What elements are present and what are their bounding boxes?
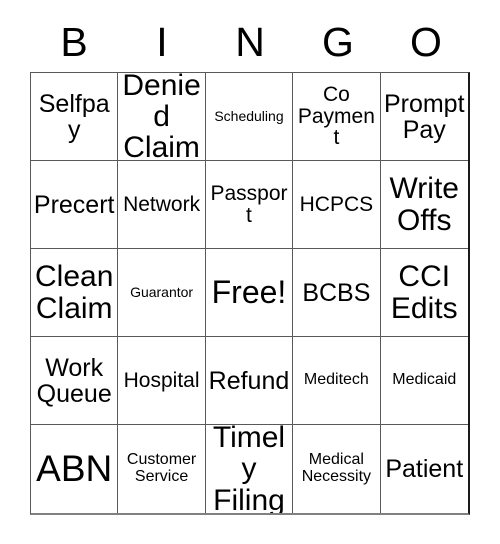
bingo-cell-label: Patient — [385, 455, 464, 483]
bingo-cell[interactable]: Precert — [31, 161, 119, 249]
bingo-cell[interactable]: Passport — [205, 161, 294, 249]
bingo-cell-label: CCI Edits — [390, 260, 458, 325]
bingo-cell-label: Hospital — [123, 368, 200, 392]
bingo-row: ABN Customer Service Timely Filing Medic… — [31, 425, 468, 513]
bingo-cell[interactable]: HCPCS — [293, 161, 381, 249]
bingo-header-row: B I N G O — [30, 14, 470, 70]
bingo-cell-label: Network — [123, 192, 201, 216]
bingo-cell-label: Meditech — [303, 371, 369, 389]
bingo-cell[interactable]: CCI Edits — [380, 249, 468, 337]
bingo-cell-label: Precert — [33, 190, 115, 219]
bingo-cell-label: Write Offs — [389, 172, 459, 237]
bingo-cell-label: BCBS — [302, 278, 371, 307]
bingo-cell-label: Passport — [210, 181, 288, 227]
bingo-cell[interactable]: ABN — [31, 425, 119, 513]
bingo-cell-label: HCPCS — [299, 192, 374, 216]
bingo-cell[interactable]: Meditech — [293, 337, 381, 425]
bingo-row: Precert Network Passport HCPCS Write Off… — [31, 161, 468, 249]
bingo-header-letter-i: I — [156, 18, 168, 65]
bingo-row: Clean Claim Guarantor Free! BCBS CCI Edi… — [31, 249, 468, 337]
bingo-header-letter-o: O — [410, 18, 442, 65]
bingo-cell[interactable]: BCBS — [293, 249, 381, 337]
bingo-cell[interactable]: Clean Claim — [31, 249, 119, 337]
bingo-cell-label: ABN — [36, 447, 113, 489]
bingo-cell[interactable]: Selfpay — [31, 73, 119, 161]
bingo-cell[interactable]: Patient — [380, 425, 468, 513]
bingo-cell-label: Medical Necessity — [301, 451, 372, 485]
bingo-cell-label: Scheduling — [214, 108, 284, 125]
bingo-cell[interactable]: Medical Necessity — [293, 425, 381, 513]
bingo-grid: Selfpay Denied Claim Scheduling Co Payme… — [30, 72, 470, 515]
bingo-cell[interactable]: Guarantor — [118, 249, 206, 337]
bingo-header-letter-b: B — [60, 18, 88, 65]
bingo-cell-label: Guarantor — [130, 284, 194, 301]
bingo-cell[interactable]: Scheduling — [205, 73, 294, 161]
bingo-card: B I N G O Selfpay Denied Claim Schedulin… — [0, 0, 500, 544]
bingo-cell[interactable]: Network — [118, 161, 206, 249]
bingo-cell-label: Prompt Pay — [383, 89, 465, 144]
bingo-cell[interactable]: Timely Filing — [205, 425, 294, 513]
bingo-cell-label: Denied Claim — [122, 73, 201, 161]
bingo-cell-label: Selfpay — [38, 89, 110, 144]
bingo-cell[interactable]: Refund — [205, 337, 294, 425]
bingo-cell-free-space[interactable]: Free! — [205, 249, 294, 337]
bingo-cell-label: Refund — [208, 366, 290, 395]
bingo-cell-label: Co Payment — [297, 82, 375, 150]
bingo-cell-label: Medicaid — [392, 371, 457, 389]
bingo-cell-label: Free! — [211, 273, 287, 310]
bingo-cell-label: Clean Claim — [35, 260, 114, 325]
bingo-cell[interactable]: Write Offs — [380, 161, 468, 249]
bingo-header-letter-g: G — [322, 18, 354, 65]
bingo-row: Selfpay Denied Claim Scheduling Co Payme… — [31, 73, 468, 161]
bingo-cell[interactable]: Hospital — [118, 337, 206, 425]
bingo-header-letter-n: N — [235, 18, 265, 65]
bingo-cell-label: Customer Service — [126, 451, 197, 485]
bingo-cell[interactable]: Prompt Pay — [380, 73, 468, 161]
bingo-cell[interactable]: Denied Claim — [118, 73, 206, 161]
bingo-row: Work Queue Hospital Refund Meditech Medi… — [31, 337, 468, 425]
bingo-cell[interactable]: Medicaid — [380, 337, 468, 425]
bingo-cell-label: Work Queue — [36, 353, 112, 408]
bingo-cell-label: Timely Filing — [212, 425, 286, 513]
bingo-cell[interactable]: Customer Service — [118, 425, 206, 513]
bingo-cell[interactable]: Work Queue — [31, 337, 119, 425]
bingo-cell[interactable]: Co Payment — [293, 73, 381, 161]
